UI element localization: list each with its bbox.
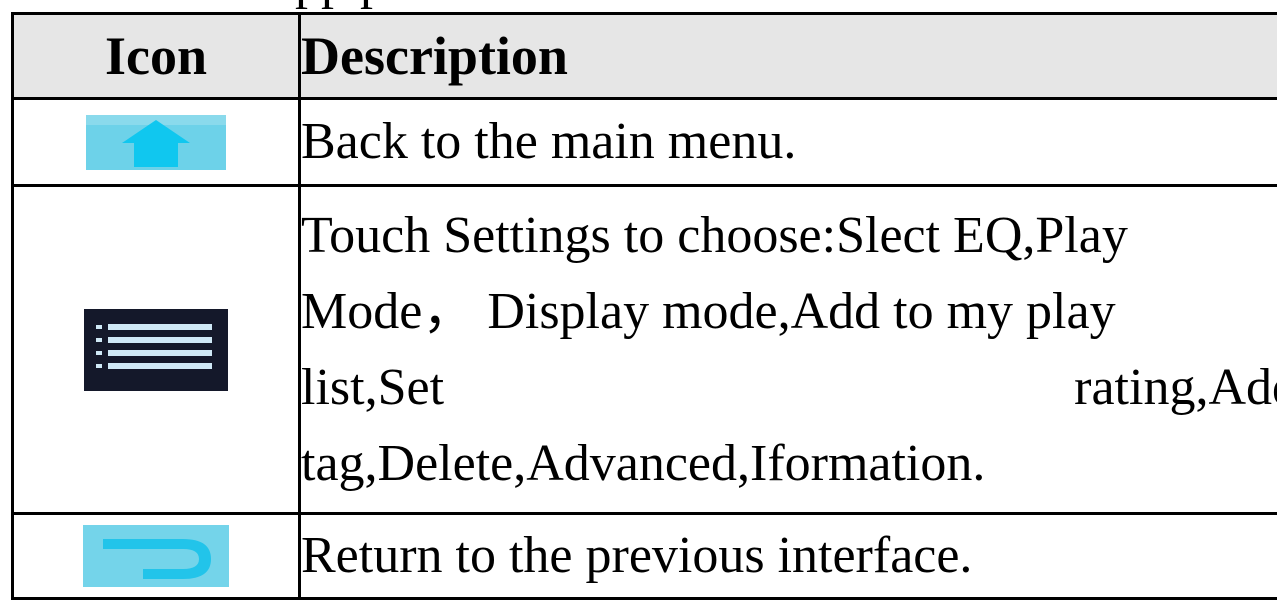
home-icon xyxy=(86,114,226,170)
table-header-row: Icon Description xyxy=(11,12,1277,100)
table-row: Return to the previous interface. xyxy=(11,512,1277,600)
header-icon: Icon xyxy=(11,12,301,100)
icon-cell xyxy=(11,512,301,600)
back-icon xyxy=(83,525,229,587)
description-cell: Touch Settings to choose:Slect EQ,Play M… xyxy=(298,184,1277,515)
description-line: Touch Settings to choose:Slect EQ,Play xyxy=(301,206,1128,264)
description-cell: Return to the previous interface. xyxy=(298,512,1277,600)
icon-cell xyxy=(11,184,301,515)
menu-icon xyxy=(84,308,228,391)
settings-description: Touch Settings to choose:Slect EQ,Play M… xyxy=(301,198,1277,502)
table-row: Back to the main menu. xyxy=(11,97,1277,187)
description-cell: Back to the main menu. xyxy=(298,97,1277,187)
description-line: tag,Delete,Advanced,Iformation. xyxy=(301,434,986,492)
table-row: Touch Settings to choose:Slect EQ,Play M… xyxy=(11,184,1277,515)
icon-description-table: Icon Description Back to the main menu. xyxy=(11,12,1277,600)
description-line: list,Set rating,Add xyxy=(301,358,1277,416)
icon-cell xyxy=(11,97,301,187)
description-line: Mode， Display mode,Add to my play xyxy=(301,282,1116,340)
header-description: Description xyxy=(298,12,1277,100)
page-title-fragment: pp p xyxy=(295,0,386,8)
